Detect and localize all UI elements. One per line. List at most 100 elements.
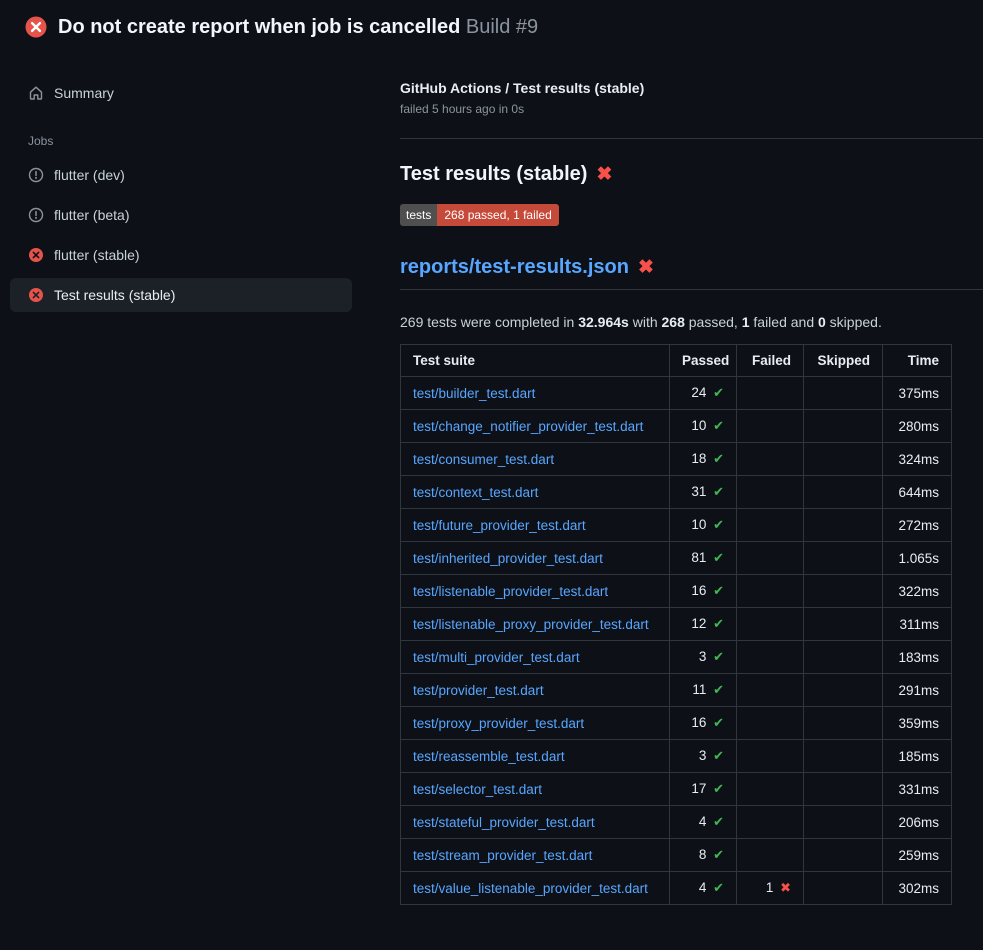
- test-results-table: Test suite Passed Failed Skipped Time te…: [400, 344, 952, 905]
- check-icon: ✔: [713, 385, 724, 400]
- test-suite-cell: test/inherited_provider_test.dart: [401, 542, 670, 575]
- time-cell: 206ms: [883, 806, 952, 839]
- passed-cell: 24 ✔: [670, 377, 737, 410]
- sidebar-item-flutter-beta[interactable]: flutter (beta): [10, 198, 352, 232]
- table-row: test/listenable_provider_test.dart16 ✔32…: [401, 575, 952, 608]
- test-suite-link[interactable]: test/inherited_provider_test.dart: [413, 551, 603, 566]
- test-suite-cell: test/stateful_provider_test.dart: [401, 806, 670, 839]
- time-cell: 291ms: [883, 674, 952, 707]
- passed-cell: 3 ✔: [670, 740, 737, 773]
- failed-x-icon: ✖: [638, 258, 654, 277]
- time-cell: 331ms: [883, 773, 952, 806]
- table-row: test/context_test.dart31 ✔644ms: [401, 476, 952, 509]
- summary-passed-count: 268: [662, 314, 685, 330]
- cross-icon: ✖: [780, 880, 791, 895]
- sidebar-item-test-results-stable[interactable]: Test results (stable): [10, 278, 352, 312]
- test-suite-link[interactable]: test/listenable_proxy_provider_test.dart: [413, 617, 649, 632]
- test-suite-link[interactable]: test/change_notifier_provider_test.dart: [413, 419, 643, 434]
- home-icon: [28, 85, 44, 101]
- column-header-time: Time: [883, 345, 952, 377]
- failed-status-icon: [28, 287, 44, 303]
- divider: [400, 138, 983, 139]
- test-suite-link[interactable]: test/reassemble_test.dart: [413, 749, 565, 764]
- skipped-cell: [804, 773, 883, 806]
- summary-duration: 32.964s: [578, 314, 629, 330]
- check-icon: ✔: [713, 484, 724, 499]
- time-cell: 359ms: [883, 707, 952, 740]
- failed-cell: [737, 806, 804, 839]
- test-suite-link[interactable]: test/context_test.dart: [413, 485, 538, 500]
- test-suite-link[interactable]: test/stream_provider_test.dart: [413, 848, 592, 863]
- column-header-failed: Failed: [737, 345, 804, 377]
- skipped-cell: [804, 608, 883, 641]
- sidebar-item-summary[interactable]: Summary: [10, 76, 352, 110]
- column-header-skipped: Skipped: [804, 345, 883, 377]
- build-header: Do not create report when job is cancell…: [0, 0, 983, 52]
- table-row: test/selector_test.dart17 ✔331ms: [401, 773, 952, 806]
- tests-badge: tests 268 passed, 1 failed: [400, 204, 559, 226]
- test-suite-cell: test/stream_provider_test.dart: [401, 839, 670, 872]
- job-label: flutter (dev): [54, 167, 125, 183]
- sidebar-item-flutter-stable[interactable]: flutter (stable): [10, 238, 352, 272]
- table-row: test/stateful_provider_test.dart4 ✔206ms: [401, 806, 952, 839]
- passed-cell: 16 ✔: [670, 707, 737, 740]
- status-line: failed 5 hours ago in 0s: [400, 102, 983, 116]
- test-suite-cell: test/builder_test.dart: [401, 377, 670, 410]
- time-cell: 322ms: [883, 575, 952, 608]
- test-suite-link[interactable]: test/listenable_provider_test.dart: [413, 584, 608, 599]
- test-suite-cell: test/consumer_test.dart: [401, 443, 670, 476]
- time-cell: 311ms: [883, 608, 952, 641]
- failed-cell: [737, 641, 804, 674]
- summary-failed-count: 1: [742, 314, 750, 330]
- test-suite-link[interactable]: test/selector_test.dart: [413, 782, 542, 797]
- badge-value: 268 passed, 1 failed: [437, 204, 558, 226]
- job-label: flutter (stable): [54, 247, 140, 263]
- test-suite-link[interactable]: test/consumer_test.dart: [413, 452, 554, 467]
- failed-cell: [737, 476, 804, 509]
- failed-cell: [737, 740, 804, 773]
- skipped-cell: [804, 476, 883, 509]
- check-icon: ✔: [713, 517, 724, 532]
- test-suite-link[interactable]: test/future_provider_test.dart: [413, 518, 586, 533]
- test-suite-link[interactable]: test/provider_test.dart: [413, 683, 544, 698]
- failed-cell: [737, 410, 804, 443]
- skipped-cell: [804, 740, 883, 773]
- table-header-row: Test suite Passed Failed Skipped Time: [401, 345, 952, 377]
- test-suite-link[interactable]: test/value_listenable_provider_test.dart: [413, 881, 648, 896]
- check-icon: ✔: [713, 649, 724, 664]
- table-row: test/stream_provider_test.dart8 ✔259ms: [401, 839, 952, 872]
- test-suite-link[interactable]: test/builder_test.dart: [413, 386, 535, 401]
- summary-label: Summary: [54, 85, 114, 101]
- passed-cell: 12 ✔: [670, 608, 737, 641]
- test-suite-cell: test/provider_test.dart: [401, 674, 670, 707]
- report-heading: reports/test-results.json ✖: [400, 256, 983, 290]
- table-row: test/consumer_test.dart18 ✔324ms: [401, 443, 952, 476]
- table-row: test/proxy_provider_test.dart 16 ✔ 359ms: [401, 707, 952, 740]
- sidebar: Summary Jobs flutter (dev): [0, 52, 400, 318]
- page-layout: Summary Jobs flutter (dev): [0, 52, 983, 905]
- skipped-cell: [804, 377, 883, 410]
- test-suite-cell: test/listenable_proxy_provider_test.dart: [401, 608, 670, 641]
- test-suite-cell: test/change_notifier_provider_test.dart: [401, 410, 670, 443]
- passed-cell: 4 ✔: [670, 872, 737, 905]
- time-cell: 185ms: [883, 740, 952, 773]
- jobs-section-label: Jobs: [10, 116, 352, 158]
- neutral-status-icon: [28, 167, 44, 183]
- check-icon: ✔: [713, 583, 724, 598]
- failed-cell: [737, 608, 804, 641]
- test-suite-link[interactable]: test/stateful_provider_test.dart: [413, 815, 595, 830]
- table-row: test/provider_test.dart11 ✔291ms: [401, 674, 952, 707]
- job-label: Test results (stable): [54, 287, 175, 303]
- failed-cell: [737, 773, 804, 806]
- test-suite-link[interactable]: test/multi_provider_test.dart: [413, 650, 580, 665]
- table-row: test/future_provider_test.dart10 ✔272ms: [401, 509, 952, 542]
- skipped-cell: [804, 509, 883, 542]
- section-title-text: Test results (stable): [400, 163, 587, 186]
- report-file-link[interactable]: reports/test-results.json: [400, 256, 629, 279]
- table-row: test/inherited_provider_test.dart81 ✔1.0…: [401, 542, 952, 575]
- sidebar-item-flutter-dev[interactable]: flutter (dev): [10, 158, 352, 192]
- badge-label: tests: [400, 204, 437, 226]
- test-suite-link[interactable]: test/proxy_provider_test.dart: [413, 716, 584, 731]
- check-icon: ✔: [713, 616, 724, 631]
- test-suite-cell: test/selector_test.dart: [401, 773, 670, 806]
